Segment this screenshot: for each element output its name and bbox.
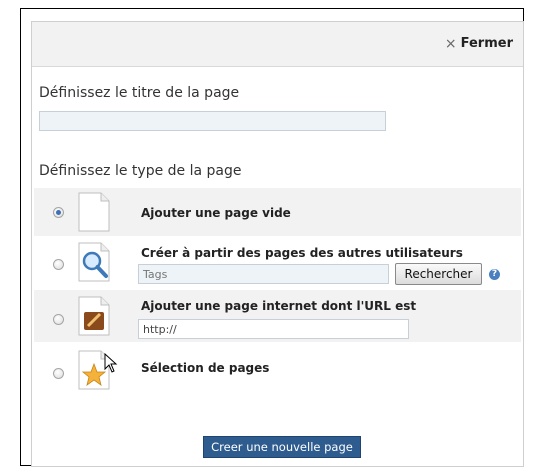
option-from-users-label: Créer à partir des pages des autres util… [141,246,463,260]
page-title-label: Définissez le titre de la page [39,85,240,101]
create-page-button[interactable]: Creer une nouvelle page [203,436,361,458]
radio-page-selection[interactable] [53,368,64,379]
option-blank-page-label: Ajouter une page vide [141,206,291,220]
page-title-input[interactable] [39,111,386,131]
close-label: Fermer [460,36,513,51]
option-page-selection-label: Sélection de pages [141,361,270,375]
search-button[interactable]: Rechercher [395,263,482,285]
tags-input[interactable] [138,264,389,284]
radio-web-page[interactable] [53,314,64,325]
magnifier-page-icon [78,242,110,282]
option-web-page[interactable]: Ajouter une page internet dont l'URL est [34,290,521,342]
url-input[interactable] [138,319,409,339]
dialog-header: × Fermer [32,22,523,67]
blank-page-icon [78,192,110,232]
web-page-icon [78,296,110,336]
close-button[interactable]: × Fermer [445,36,513,51]
new-page-dialog: × Fermer Définissez le titre de la page … [31,21,524,467]
option-from-users[interactable]: Créer à partir des pages des autres util… [34,237,521,287]
mouse-pointer-icon [104,353,118,373]
close-icon: × [444,35,457,52]
help-icon[interactable]: ? [489,269,500,280]
option-web-page-label: Ajouter une page internet dont l'URL est [141,299,417,313]
option-blank-page[interactable]: Ajouter une page vide [34,188,521,236]
radio-from-users[interactable] [53,259,64,270]
radio-blank-page[interactable] [53,207,64,218]
page-type-label: Définissez le type de la page [39,163,242,179]
